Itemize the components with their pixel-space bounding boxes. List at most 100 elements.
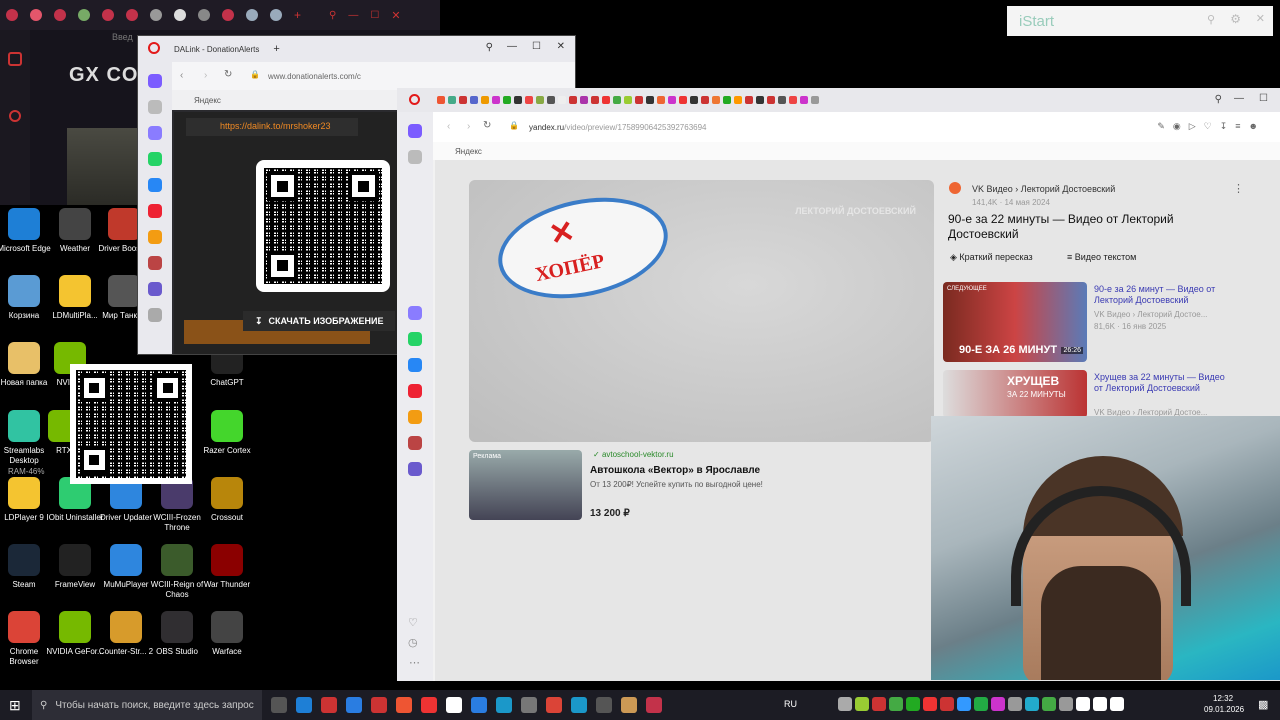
tray-icon[interactable] bbox=[838, 697, 852, 711]
history-icon[interactable]: ◷ bbox=[408, 636, 418, 649]
url-host[interactable]: yandex.ru bbox=[529, 123, 564, 132]
related-thumb[interactable]: СЛЕДУЮЩЕЕ 90-Е ЗА 26 МИНУТ 26:26 bbox=[943, 282, 1087, 362]
tab-favicon-icon[interactable] bbox=[646, 96, 654, 104]
tab-favicon-icon[interactable] bbox=[800, 96, 808, 104]
desktop-icon[interactable]: Razer Cortex bbox=[198, 410, 256, 456]
gx-tab-icon[interactable] bbox=[78, 9, 90, 21]
taskbar-app-icon[interactable] bbox=[621, 697, 637, 713]
related-title[interactable]: 90-е за 26 минут — Видео от Лекторий Дос… bbox=[1094, 284, 1228, 306]
desktop-icon[interactable]: FrameView bbox=[46, 544, 104, 590]
tray-icon[interactable] bbox=[991, 697, 1005, 711]
taskbar-app-icon[interactable] bbox=[596, 697, 612, 713]
tab-favicon-icon[interactable] bbox=[756, 96, 764, 104]
gx-tab-icon[interactable] bbox=[150, 9, 162, 21]
gx-tab-icon[interactable] bbox=[174, 9, 186, 21]
gx-tab-icon[interactable] bbox=[30, 9, 42, 21]
search-icon[interactable]: ⚲ bbox=[1215, 94, 1222, 105]
windows-start-icon[interactable]: ⊞ bbox=[9, 697, 21, 714]
related-title[interactable]: Хрущев за 22 минуты — Видео от Лекторий … bbox=[1094, 372, 1228, 394]
gx-tab-icon[interactable] bbox=[54, 9, 66, 21]
new-tab-icon[interactable]: + bbox=[273, 43, 279, 55]
back-icon[interactable]: ‹ bbox=[180, 70, 183, 81]
desktop-icon[interactable]: Counter-Str... 2 bbox=[97, 611, 155, 657]
maximize-icon[interactable]: ☐ bbox=[1259, 93, 1268, 104]
gx-search-icon[interactable]: ⚲ bbox=[329, 10, 336, 21]
tab-favicon-icon[interactable] bbox=[569, 96, 577, 104]
back-icon[interactable]: ‹ bbox=[447, 121, 450, 132]
tray-icon[interactable] bbox=[1008, 697, 1022, 711]
tab-favicon-icon[interactable] bbox=[470, 96, 478, 104]
gx-tab-icon[interactable] bbox=[198, 9, 210, 21]
gx-tab-icon[interactable] bbox=[126, 9, 138, 21]
taskbar-app-icon[interactable] bbox=[396, 697, 412, 713]
gx-tab-icon[interactable] bbox=[222, 9, 234, 21]
tab-favicon-icon[interactable] bbox=[613, 96, 621, 104]
tab-favicon-icon[interactable] bbox=[745, 96, 753, 104]
related-thumb[interactable]: ХРУЩЕВ ЗА 22 МИНУТЫ bbox=[943, 370, 1087, 418]
tab-favicon-icon[interactable] bbox=[778, 96, 786, 104]
twitch-icon[interactable] bbox=[148, 282, 162, 296]
vk-icon[interactable] bbox=[148, 178, 162, 192]
tray-icon[interactable] bbox=[1025, 697, 1039, 711]
minimize-icon[interactable]: — bbox=[1234, 93, 1244, 104]
taskbar-app-icon[interactable] bbox=[496, 697, 512, 713]
tab-favicon-icon[interactable] bbox=[624, 96, 632, 104]
forward-icon[interactable]: › bbox=[204, 70, 207, 81]
heart-icon[interactable] bbox=[148, 308, 162, 322]
desktop-icon[interactable]: NVIDIA GeFor... bbox=[46, 611, 104, 657]
home-icon[interactable] bbox=[408, 124, 422, 138]
tray-icon[interactable] bbox=[1093, 697, 1107, 711]
whatsapp-icon[interactable] bbox=[148, 152, 162, 166]
tray-icon[interactable] bbox=[1042, 697, 1056, 711]
desktop-icon[interactable]: MuMuPlayer bbox=[97, 544, 155, 590]
bookmark-yandex[interactable]: Яндекс bbox=[194, 96, 221, 105]
home-icon[interactable] bbox=[8, 52, 22, 66]
reload-icon[interactable]: ↻ bbox=[483, 120, 491, 131]
tab-favicon-icon[interactable] bbox=[492, 96, 500, 104]
tab-favicon-icon[interactable] bbox=[437, 96, 445, 104]
ad-image[interactable]: Реклама bbox=[469, 450, 582, 520]
tray-icon[interactable] bbox=[957, 697, 971, 711]
tab-favicon-icon[interactable] bbox=[690, 96, 698, 104]
language-indicator[interactable]: RU bbox=[784, 699, 797, 709]
close-icon[interactable]: ✕ bbox=[391, 9, 400, 22]
taskbar-app-icon[interactable] bbox=[346, 697, 362, 713]
tray-icon[interactable] bbox=[974, 697, 988, 711]
tab-favicon-icon[interactable] bbox=[514, 96, 522, 104]
video-player[interactable]: ✕ ХОПЁР ЛЕКТОРИЙ ДОСТОЕВСКИЙ bbox=[469, 180, 934, 442]
clock-time[interactable]: 12:32 bbox=[1213, 694, 1233, 703]
video-text-chip[interactable]: ≡ Видео текстом bbox=[1067, 252, 1136, 262]
taskbar-app-icon[interactable] bbox=[371, 697, 387, 713]
aria-icon[interactable] bbox=[408, 306, 422, 320]
taskbar-app-icon[interactable] bbox=[646, 697, 662, 713]
extension-icon[interactable] bbox=[148, 230, 162, 244]
more-options-icon[interactable]: ⋮ bbox=[1233, 182, 1244, 195]
more-icon[interactable]: ⋯ bbox=[409, 656, 420, 669]
tray-icon[interactable] bbox=[1110, 697, 1124, 711]
tab-favicon-icon[interactable] bbox=[723, 96, 731, 104]
gx-address-bar[interactable]: Введ bbox=[112, 32, 133, 42]
tray-icon[interactable] bbox=[872, 697, 886, 711]
task-view-icon[interactable] bbox=[271, 697, 287, 713]
channel-name[interactable]: VK Видео › Лекторий Достоевский bbox=[972, 184, 1115, 194]
yandex-icon[interactable] bbox=[148, 204, 162, 218]
clock-date[interactable]: 09.01.2026 bbox=[1204, 705, 1244, 714]
extension-icon[interactable] bbox=[408, 410, 422, 424]
tab-favicon-icon[interactable] bbox=[657, 96, 665, 104]
opera-logo-icon[interactable] bbox=[409, 94, 420, 105]
star-icon[interactable] bbox=[148, 100, 162, 114]
tab-favicon-icon[interactable] bbox=[701, 96, 709, 104]
aria-icon[interactable] bbox=[148, 126, 162, 140]
tab-dalink[interactable]: DALink - DonationAlerts bbox=[174, 45, 259, 54]
desktop-icon[interactable]: War Thunder bbox=[198, 544, 256, 590]
tray-icon[interactable] bbox=[889, 697, 903, 711]
dalink-address-bar[interactable]: ‹ › ↻ 🔒 www.donationalerts.com/c bbox=[138, 62, 575, 90]
minimize-icon[interactable]: — bbox=[348, 10, 358, 21]
tab-favicon-icon[interactable] bbox=[503, 96, 511, 104]
opera-logo-icon[interactable] bbox=[148, 42, 160, 54]
tab-favicon-icon[interactable] bbox=[591, 96, 599, 104]
search-icon[interactable]: ⚲ bbox=[1207, 13, 1215, 26]
tab-favicon-icon[interactable] bbox=[448, 96, 456, 104]
extension-icon[interactable] bbox=[408, 436, 422, 450]
tab-favicon-icon[interactable] bbox=[679, 96, 687, 104]
